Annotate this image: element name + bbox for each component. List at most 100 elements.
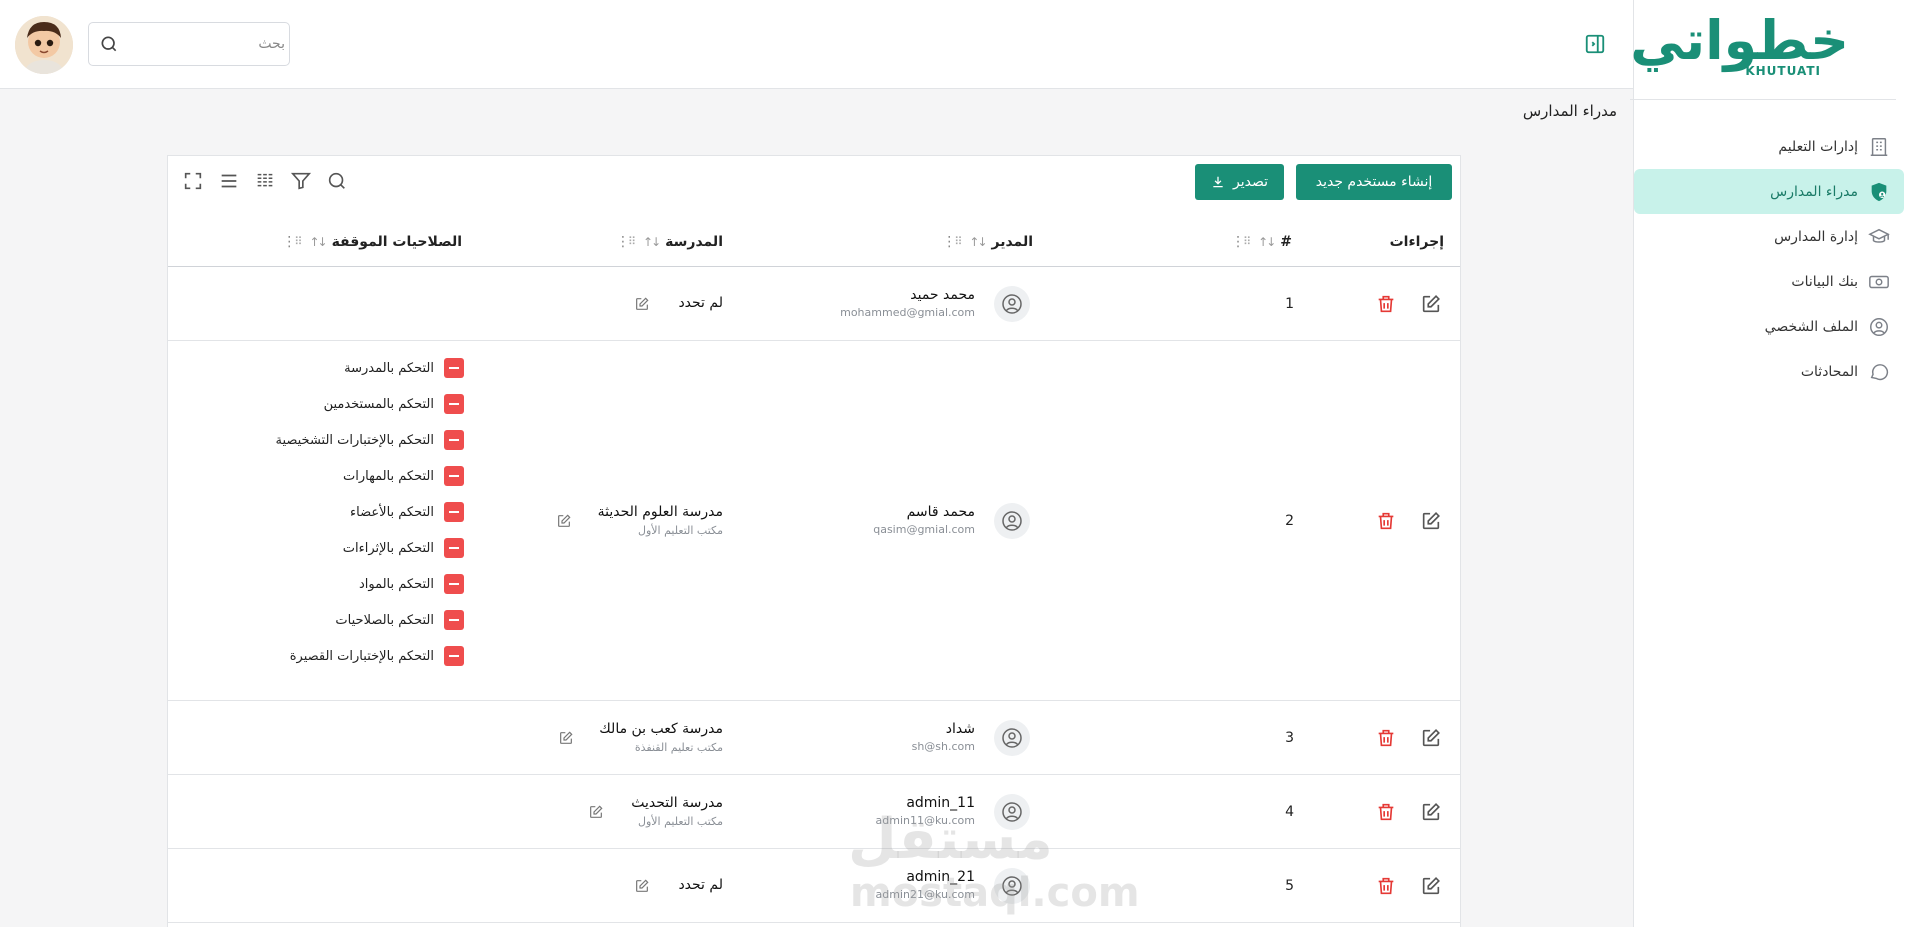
drag-handle-icon[interactable]: ⠿ — [628, 235, 637, 248]
col-header-manager[interactable]: المدير ↑↓ ⠿ ⋮ — [942, 216, 1033, 267]
remove-permission-button[interactable] — [444, 466, 464, 486]
manager-email: sh@sh.com — [911, 740, 975, 753]
user-circle-icon — [1868, 316, 1890, 338]
delete-icon[interactable] — [1375, 875, 1397, 897]
col-header-school[interactable]: المدرسة ↑↓ ⠿ ⋮ — [616, 216, 723, 267]
school-name: مدرسة كعب بن مالك — [599, 721, 723, 737]
remove-permission-button[interactable] — [444, 430, 464, 450]
permission-label: التحكم بالمواد — [358, 576, 434, 592]
manager-avatar-icon — [994, 503, 1030, 539]
remove-permission-button[interactable] — [444, 574, 464, 594]
density-icon[interactable] — [218, 170, 240, 192]
sort-icon[interactable]: ↑↓ — [643, 235, 661, 249]
download-icon — [1211, 175, 1225, 189]
logo-text: خطواتي — [1630, 9, 1851, 72]
school-office: مكتب التعليم الأول — [637, 815, 723, 828]
permission-item: التحكم بالإختبارات القصيرة — [290, 646, 464, 666]
search-input[interactable] — [125, 24, 285, 64]
table-search-icon[interactable] — [326, 170, 348, 192]
sort-icon[interactable]: ↑↓ — [1258, 235, 1276, 249]
school-cell: لم تحدد — [678, 295, 723, 311]
delete-icon[interactable] — [1375, 801, 1397, 823]
manager-cell: محمد حميد mohammed@gmial.com — [840, 287, 975, 319]
col-header-actions-label: إجراءات — [1389, 233, 1444, 250]
remove-permission-button[interactable] — [444, 502, 464, 522]
columns-icon[interactable] — [254, 170, 276, 192]
sidebar-toggle-icon[interactable] — [1584, 33, 1606, 55]
drag-handle-icon[interactable]: ⠿ — [294, 235, 303, 248]
sidebar-item-school-managers[interactable]: مدراء المدارس — [1634, 169, 1904, 214]
permission-label: التحكم بالصلاحيات — [335, 612, 434, 628]
sidebar-nav: إدارات التعليم مدراء المدارس إدارة المدا… — [1634, 124, 1904, 394]
edit-icon[interactable] — [1420, 293, 1442, 315]
drag-handle-icon[interactable]: ⠿ — [1243, 235, 1252, 248]
permission-item: التحكم بالمدرسة — [344, 358, 464, 378]
permission-item: التحكم بالصلاحيات — [335, 610, 464, 630]
edit-school-icon[interactable] — [634, 878, 650, 894]
export-label: تصدير — [1232, 174, 1268, 190]
shield-user-icon — [1868, 181, 1890, 203]
permission-item: التحكم بالأعضاء — [350, 502, 464, 522]
permission-label: التحكم بالأعضاء — [350, 504, 434, 520]
remove-permission-button[interactable] — [444, 358, 464, 378]
edit-school-icon[interactable] — [634, 296, 650, 312]
building-icon — [1868, 136, 1890, 158]
row-number: 4 — [1285, 804, 1294, 820]
sidebar-item-label: مدراء المدارس — [1770, 183, 1858, 200]
col-header-permissions-label: الصلاحيات الموقفة — [331, 233, 462, 250]
sort-icon[interactable]: ↑↓ — [309, 235, 327, 249]
page-title: مدراء المدارس — [1522, 102, 1617, 120]
delete-icon[interactable] — [1375, 293, 1397, 315]
edit-icon[interactable] — [1420, 801, 1442, 823]
edit-school-icon[interactable] — [558, 730, 574, 746]
row-number: 5 — [1285, 878, 1294, 894]
sidebar-item-data-bank[interactable]: بنك البيانات — [1634, 259, 1904, 304]
manager-email: qasim@gmial.com — [873, 523, 975, 536]
filter-icon[interactable] — [290, 170, 312, 192]
sidebar-item-school-management[interactable]: إدارة المدارس — [1634, 214, 1904, 259]
sidebar-item-education-departments[interactable]: إدارات التعليم — [1634, 124, 1904, 169]
school-cell: مدرسة العلوم الحديثة مكتب التعليم الأول — [598, 504, 723, 537]
school-cell: مدرسة كعب بن مالك مكتب تعليم القنفذة — [599, 721, 723, 754]
edit-icon[interactable] — [1420, 510, 1442, 532]
remove-permission-button[interactable] — [444, 610, 464, 630]
permission-label: التحكم بالمهارات — [343, 468, 434, 484]
manager-cell: شداد sh@sh.com — [912, 721, 975, 753]
managers-table-card: إنشاء مستخدم جديد تصدير إجراءات # ↑↓ ⠿ ⋮… — [167, 155, 1461, 927]
edit-school-icon[interactable] — [588, 804, 604, 820]
col-header-permissions[interactable]: الصلاحيات الموقفة ↑↓ ⠿ ⋮ — [282, 216, 462, 267]
col-header-number-label: # — [1280, 233, 1292, 250]
logo[interactable]: خطواتي KHUTUATI — [1630, 0, 1896, 100]
column-menu-icon[interactable]: ⋮ — [1231, 234, 1245, 250]
user-avatar[interactable] — [15, 16, 73, 74]
permission-item: التحكم بالمهارات — [343, 466, 464, 486]
remove-permission-button[interactable] — [444, 394, 464, 414]
drag-handle-icon[interactable]: ⠿ — [954, 235, 963, 248]
sidebar-item-chats[interactable]: المحادثات — [1634, 349, 1904, 394]
delete-icon[interactable] — [1375, 727, 1397, 749]
col-header-number[interactable]: # ↑↓ ⠿ ⋮ — [1231, 216, 1292, 267]
column-menu-icon[interactable]: ⋮ — [942, 234, 956, 250]
permission-label: التحكم بالمدرسة — [344, 360, 434, 376]
edit-icon[interactable] — [1420, 727, 1442, 749]
delete-icon[interactable] — [1375, 510, 1397, 532]
export-button[interactable]: تصدير — [1195, 164, 1284, 200]
fullscreen-icon[interactable] — [182, 170, 204, 192]
column-menu-icon[interactable]: ⋮ — [282, 234, 296, 250]
remove-permission-button[interactable] — [444, 538, 464, 558]
edit-icon[interactable] — [1420, 875, 1442, 897]
search-icon[interactable] — [99, 34, 119, 54]
sidebar-item-label: الملف الشخصي — [1764, 318, 1858, 335]
create-user-label: إنشاء مستخدم جديد — [1315, 174, 1433, 190]
watermark-logo: مستقل — [848, 807, 1053, 872]
edit-school-icon[interactable] — [556, 513, 572, 529]
permission-item: التحكم بالإثراءات — [343, 538, 464, 558]
watermark-url: mostaql.com — [850, 870, 1140, 916]
sidebar-item-profile[interactable]: الملف الشخصي — [1634, 304, 1904, 349]
column-menu-icon[interactable]: ⋮ — [616, 234, 630, 250]
create-user-button[interactable]: إنشاء مستخدم جديد — [1296, 164, 1452, 200]
remove-permission-button[interactable] — [444, 646, 464, 666]
data-bank-icon — [1868, 271, 1890, 293]
sidebar-item-label: المحادثات — [1800, 363, 1858, 380]
sort-icon[interactable]: ↑↓ — [969, 235, 987, 249]
